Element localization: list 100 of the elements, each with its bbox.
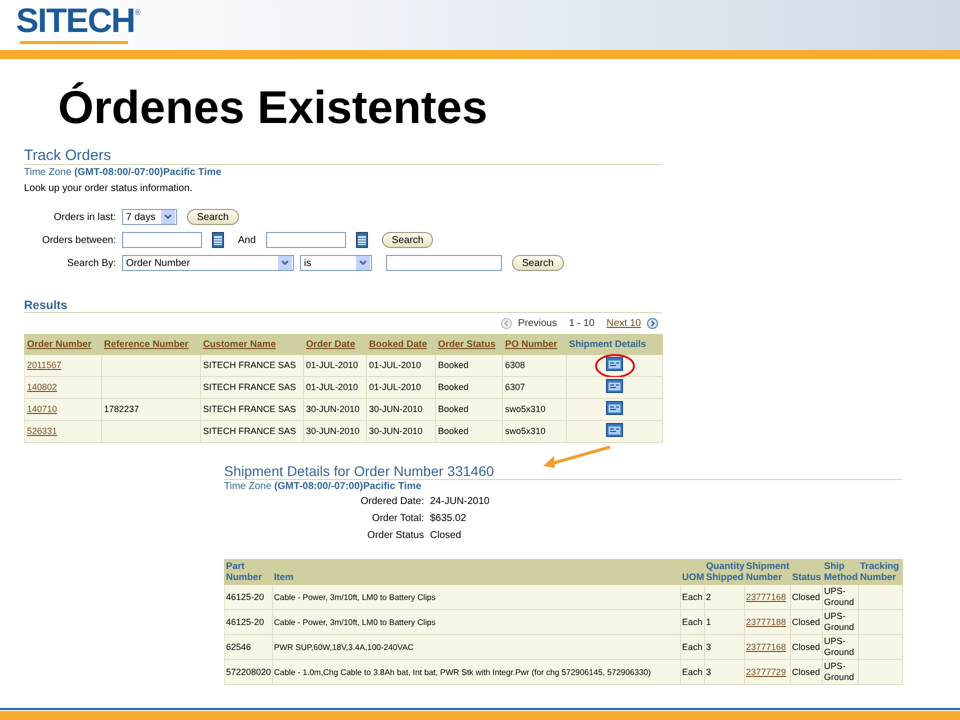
panel-title: Shipment Details for Order Number 331460 [224,463,902,480]
date-field[interactable] [266,232,346,248]
table-cell: SITECH FRANCE SAS [200,398,304,421]
table-cell: 46125-20 [224,584,272,610]
table-cell: Booked [436,354,502,377]
dropdown[interactable]: Order Number [122,255,294,272]
filter-label: Orders between: [41,234,116,246]
row-link[interactable]: 23777168 [746,592,786,602]
info-value: Closed [430,530,462,542]
filter-label: Orders in last: [52,212,116,223]
table-cell: UPS-Ground [822,584,858,610]
column-header: Quantity Shipped [704,560,744,585]
row-link[interactable]: 2011567 [27,360,62,370]
table-cell: 1782237 [102,398,200,421]
table-cell: Cable - Power, 3m/10ft, LM0 to Battery Clips [272,584,680,610]
row-link[interactable]: 526331 [27,426,58,436]
info-label: Order Total: [370,513,424,524]
and-label: And [238,234,256,246]
column-header: Tracking Number [858,560,902,585]
shipment-details-icon[interactable] [606,379,623,394]
row-link[interactable]: 140710 [27,404,58,414]
table-cell: Cable - 1.0m,Chg Cable to 3.8Ah bat, Int bat, PWR Stk with Integr.Pwr (for chg 572906145, 572906330) [272,660,680,685]
table-cell: Booked [436,420,502,443]
column-header: Status [790,560,822,585]
table-cell: 62546 [224,634,272,660]
table-cell: 30-JUN-2010 [366,420,436,443]
info-label: Order Status [366,530,424,542]
dropdown-caret-icon[interactable] [161,210,175,224]
previous-label: Previous [518,318,557,330]
table-cell: 46125-20 [224,610,272,635]
dropdown-caret-icon[interactable] [278,256,292,270]
results-title: Results [24,298,662,314]
shipment-details-icon[interactable] [606,401,623,416]
column-sort-link[interactable]: Customer Name [203,339,276,350]
column-sort-link[interactable]: Booked Date [369,339,428,350]
table-cell: swo5x310 [502,398,566,421]
next-link[interactable]: Next 10 [606,318,641,330]
dropdown[interactable]: 7 days [122,209,177,226]
table-cell: 30-JUN-2010 [304,398,366,421]
table-cell [858,584,902,610]
table-cell: Closed [790,660,822,685]
table-cell: 01-JUL-2010 [304,354,366,377]
table-cell: 01-JUL-2010 [366,376,436,399]
column-sort-link[interactable]: PO Number [505,339,558,350]
column-sort-link[interactable]: Order Status [438,339,496,350]
table-cell: 2 [704,584,744,610]
shipment-details-icon[interactable] [606,423,623,438]
row-link[interactable]: 23777168 [746,642,786,652]
row-link[interactable]: 23777729 [746,666,786,677]
table-cell: UPS-Ground [822,660,858,685]
date-field[interactable] [122,232,202,248]
search-button[interactable]: Search [187,209,239,226]
search-button[interactable]: Search [382,232,434,248]
shipment-details-icon[interactable] [606,357,623,372]
timezone-text: Time Zone (GMT-08:00/-07:00)Pacific Time [24,167,222,178]
table-cell: Booked [436,398,502,421]
table-cell: UPS-Ground [822,610,858,635]
calendar-icon[interactable] [212,232,224,248]
search-field[interactable] [386,255,502,272]
table-cell: SITECH FRANCE SAS [200,420,304,443]
table-cell: swo5x310 [502,420,566,443]
dropdown[interactable]: is [300,255,372,272]
column-sort-link[interactable]: Reference Number [104,339,188,350]
table-cell: Each [680,584,704,610]
column-header: UOM [680,560,704,585]
info-value: 24-JUN-2010 [430,496,490,508]
column-sort-link[interactable]: Order Date [306,339,356,350]
slide-title: Órdenes Existentes [58,81,489,133]
table-cell: 01-JUL-2010 [366,354,436,377]
table-cell [858,610,902,635]
filter-label: Search By: [66,258,116,269]
table-cell [858,660,902,685]
table-cell: Booked [436,376,502,399]
table-cell: 3 [704,660,744,685]
table-cell: 6308 [502,354,566,377]
table-cell: Cable - Power, 3m/10ft, LM0 to Battery Clips [272,610,680,635]
search-button[interactable]: Search [512,255,564,272]
table-cell: Closed [790,610,822,635]
info-label: Ordered Date: [360,496,424,508]
column-sort-link[interactable]: Order Number [27,339,92,350]
table-cell: 30-JUN-2010 [304,420,366,443]
column-title: Shipment Details [569,339,646,350]
timezone-text: Time Zone (GMT-08:00/-07:00)Pacific Time [224,481,422,492]
table-cell: 30-JUN-2010 [366,398,436,421]
table-cell: SITECH FRANCE SAS [200,354,304,377]
registered-mark: ® [134,8,141,19]
row-link[interactable]: 23777188 [746,616,786,627]
table-cell: SITECH FRANCE SAS [200,376,304,399]
table-cell: Each [680,610,704,635]
panel-title: Track Orders [24,147,662,166]
logo: SITECH [16,2,135,40]
row-link[interactable]: 140802 [27,382,58,392]
page-range: 1 - 10 [568,318,595,330]
dropdown-caret-icon[interactable] [356,256,370,270]
table-cell: 1 [704,610,744,635]
table-cell: Each [680,634,704,660]
calendar-icon[interactable] [356,232,368,248]
table-cell: Closed [790,584,822,610]
table-cell: PWR SUP,60W,18V,3.4A,100-240VAC [272,634,680,660]
column-header: Part Number [224,560,272,585]
